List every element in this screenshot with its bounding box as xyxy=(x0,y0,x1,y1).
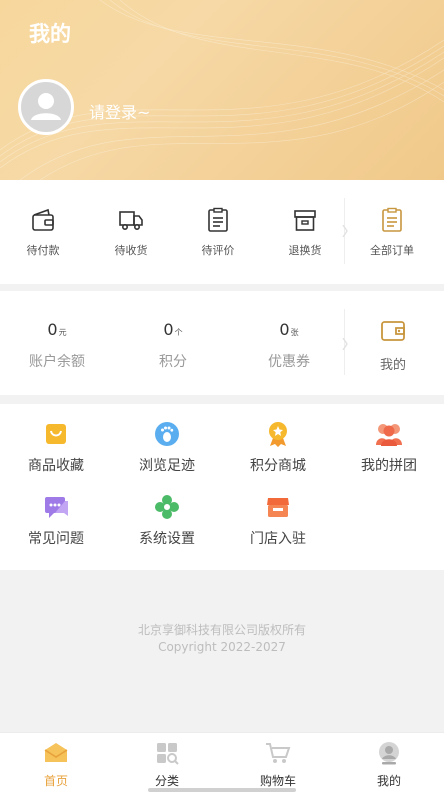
tool-history[interactable]: 浏览足迹 xyxy=(117,421,217,475)
tab-label: 首页 xyxy=(43,774,68,788)
copyright-text: Copyright 2022-2027 xyxy=(158,640,286,654)
my-wallet-label: 我的 xyxy=(379,358,406,373)
tab-label: 购物车 xyxy=(259,774,296,788)
tool-settings[interactable]: 系统设置 xyxy=(117,494,217,548)
default-user-icon xyxy=(31,93,61,120)
balance-value: 0元 xyxy=(47,320,67,339)
group-users-icon xyxy=(376,424,402,446)
divider-arrow-icon xyxy=(342,225,348,237)
tool-label: 系统设置 xyxy=(139,531,195,547)
review-clipboard-icon xyxy=(208,207,228,232)
order-item-label: 退换货 xyxy=(288,244,322,257)
tool-label: 常见问题 xyxy=(28,531,84,547)
tab-category[interactable]: 分类 xyxy=(127,741,207,789)
return-box-icon xyxy=(294,210,316,231)
wallet-icon xyxy=(32,208,54,231)
tab-label: 分类 xyxy=(154,774,179,788)
order-pending-review[interactable]: 待评价 xyxy=(183,207,253,258)
footprint-icon xyxy=(155,422,179,446)
order-pending-receipt[interactable]: 待收货 xyxy=(96,207,166,258)
cart-icon xyxy=(266,743,291,763)
points-label: 积分 xyxy=(159,354,187,370)
all-orders-label: 全部订单 xyxy=(370,244,414,257)
flower-settings-icon xyxy=(155,495,179,519)
tool-favorites[interactable]: 商品收藏 xyxy=(6,421,106,475)
avatar[interactable] xyxy=(18,79,74,135)
favorites-bag-icon xyxy=(46,424,66,444)
balance-label: 账户余额 xyxy=(29,354,85,370)
orders-section: 待付款 待收货 待评价 退换货 全部订单 xyxy=(0,180,444,284)
tab-cart[interactable]: 购物车 xyxy=(238,741,318,789)
home-indicator xyxy=(148,788,296,792)
company-name: 北京享御科技有限公司版权所有 xyxy=(137,623,306,637)
coupons-label: 优惠券 xyxy=(268,354,310,370)
tool-faq[interactable]: 常见问题 xyxy=(6,494,106,548)
order-item-label: 待付款 xyxy=(26,244,60,257)
tool-label: 浏览足迹 xyxy=(139,458,195,474)
wallet-points[interactable]: 0个 积分 xyxy=(128,320,218,371)
tool-store-join[interactable]: 门店入驻 xyxy=(228,494,328,548)
profile-header: 我的 请登录~ xyxy=(0,0,444,180)
all-orders-button[interactable]: 全部订单 xyxy=(357,207,427,258)
order-return-exchange[interactable]: 退换货 xyxy=(270,207,340,258)
wallet-icon xyxy=(381,321,405,341)
copyright-footer: 北京享御科技有限公司版权所有 Copyright 2022-2027 xyxy=(0,622,444,656)
wallet-coupons[interactable]: 0张 优惠券 xyxy=(244,320,334,371)
tool-label: 门店入驻 xyxy=(250,531,306,547)
order-item-label: 待收货 xyxy=(114,244,148,257)
profile-icon xyxy=(379,742,399,765)
home-envelope-icon xyxy=(44,743,68,762)
order-pending-payment[interactable]: 待付款 xyxy=(8,207,78,258)
tools-section: 商品收藏 浏览足迹 积分商城 我的拼团 常见问题 系统设置 门店入驻 xyxy=(0,404,444,570)
category-grid-icon xyxy=(157,743,179,765)
delivery-truck-icon xyxy=(119,211,143,230)
page-title: 我的 xyxy=(29,22,71,46)
tab-home[interactable]: 首页 xyxy=(16,741,96,789)
wallet-section: 0元 账户余额 0个 积分 0张 优惠券 我的 xyxy=(0,291,444,395)
medal-icon xyxy=(269,422,287,447)
coupons-value: 0张 xyxy=(279,320,299,339)
tool-label: 积分商城 xyxy=(250,458,306,474)
login-link[interactable]: 请登录~ xyxy=(89,99,150,123)
divider-arrow-icon xyxy=(342,338,348,350)
tool-label: 我的拼团 xyxy=(361,458,417,474)
orders-list-icon xyxy=(382,207,402,232)
points-value: 0个 xyxy=(163,320,183,339)
tool-group-buy[interactable]: 我的拼团 xyxy=(339,421,439,475)
tab-label: 我的 xyxy=(376,774,401,788)
wallet-balance[interactable]: 0元 账户余额 xyxy=(12,320,102,371)
chat-bubble-icon xyxy=(45,497,68,518)
my-wallet-button[interactable]: 我的 xyxy=(368,318,418,373)
bottom-tab-bar: 首页 分类 购物车 我的 xyxy=(0,732,444,794)
tab-profile[interactable]: 我的 xyxy=(349,741,429,789)
tool-points-mall[interactable]: 积分商城 xyxy=(228,421,328,475)
order-item-label: 待评价 xyxy=(201,244,235,257)
profile-page: 我的 请登录~ 待付款 待收货 待评价 退换货 全部订单 0元 账户余额 0个 … xyxy=(0,0,444,794)
tool-label: 商品收藏 xyxy=(28,458,84,474)
store-icon xyxy=(267,498,289,517)
